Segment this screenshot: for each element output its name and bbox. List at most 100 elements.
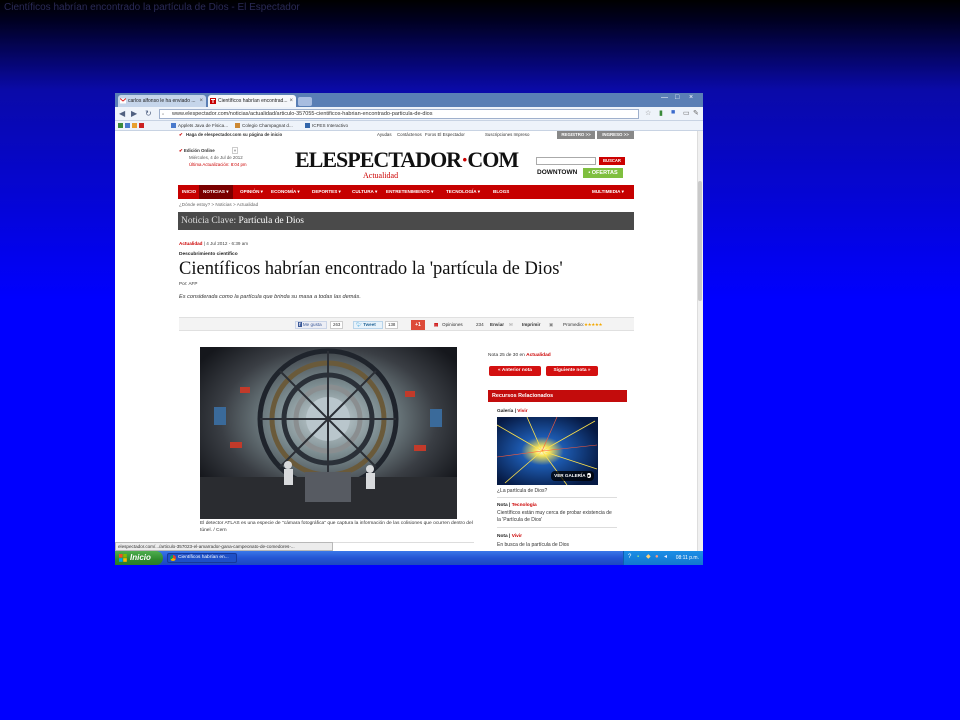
maximize-button[interactable]: □ — [675, 94, 679, 101]
link-suscripciones[interactable]: Suscripciones Impreso — [485, 131, 529, 139]
nota-count-section[interactable]: Actualidad — [526, 353, 551, 358]
tweet-count: 138 — [385, 321, 399, 329]
browser-toolbar: ◀ ▶ ↻ ▫ www.elespectador.com/noticias/ac… — [115, 107, 703, 121]
bookmark-colegio[interactable]: Colegio Champagnat d... — [235, 121, 293, 131]
divider — [497, 497, 617, 498]
breadcrumb[interactable]: ¿Dónde estoy? > Noticias > Actualidad — [179, 202, 258, 207]
tray-clock[interactable]: 08:11 p.m. — [676, 551, 699, 565]
edition-label[interactable]: Edición Online — [184, 148, 215, 153]
article-photo[interactable] — [200, 347, 457, 519]
menu-noticias[interactable]: NOTICIAS ▾ — [199, 185, 233, 199]
article-section[interactable]: Actualidad — [179, 241, 202, 246]
menu-inicio[interactable]: INICIO — [182, 185, 196, 199]
rating-stars[interactable]: ★★★★★ — [584, 318, 603, 332]
menu-opinion[interactable]: OPINIÓN ▾ — [240, 185, 263, 199]
prev-article-button[interactable]: « Anterior nota — [489, 366, 541, 376]
address-bar[interactable]: ▫ www.elespectador.com/noticias/actualid… — [159, 109, 639, 119]
page-menu-icon[interactable]: ▭ — [683, 109, 690, 117]
home-prompt-link[interactable]: Haga de elespectador.com su página de in… — [186, 131, 282, 139]
new-tab-button[interactable] — [298, 97, 312, 106]
edition-dropdown-icon[interactable]: ▾ — [231, 147, 239, 154]
tab-gmail[interactable]: carlos alfonso le ha enviado ... × — [118, 95, 206, 107]
tray-help-icon[interactable]: ? — [628, 554, 634, 561]
nota2-link[interactable]: En busca de la partícula de Dios — [497, 542, 617, 549]
bookmark-icfes[interactable]: ICFES Interactivo — [305, 121, 348, 131]
registro-button[interactable]: REGISTRO >> — [557, 131, 595, 139]
ver-galeria-button[interactable]: VER GALERÍA ▸ — [551, 471, 594, 481]
recursos-header: Recursos Relacionados — [488, 390, 627, 402]
facebook-like-button[interactable]: f Me gusta — [295, 321, 327, 329]
galeria-caption[interactable]: ¿La partícula de Dios? — [497, 488, 547, 495]
status-bar: elespectador.com/.../articulo-357023-el-… — [115, 542, 333, 551]
ofertas-button[interactable]: • OFERTAS — [583, 168, 623, 178]
windows-flag-icon — [119, 554, 127, 562]
forward-icon[interactable]: ▶ — [131, 109, 137, 118]
tab-bar: carlos alfonso le ha enviado ... × Cient… — [115, 93, 703, 107]
downtown-logo[interactable]: DOWNTOWN — [537, 169, 577, 176]
imprimir-link[interactable]: Imprimir — [522, 318, 540, 332]
page-icon: ▫ — [162, 112, 165, 118]
photo-caption: El detector ATLAS es una especie de "cám… — [200, 521, 473, 533]
tab-label: carlos alfonso le ha enviado ... — [128, 98, 196, 104]
divider — [497, 527, 617, 528]
extension-icon[interactable]: ■ — [671, 109, 675, 116]
article-headline: Científicos habrían encontrado la 'partí… — [179, 259, 563, 279]
menu-multimedia[interactable]: MULTIMEDIA ▾ — [592, 185, 624, 199]
link-ayudas[interactable]: Ayudas — [377, 131, 392, 139]
taskbar: Inicio Científicos habrían en... ? ▪ ◆ ●… — [115, 551, 703, 565]
opinions-icon: ▤ — [434, 322, 439, 327]
main-menu: INICIO NOTICIAS ▾ OPINIÓN ▾ ECONOMÍA ▾ D… — [178, 185, 634, 199]
article-byline: Por: AFP — [179, 281, 198, 286]
gallery-thumbnail[interactable]: VER GALERÍA ▸ — [497, 417, 598, 485]
wrench-icon[interactable]: ✎ — [693, 109, 699, 117]
tab-close-icon[interactable]: × — [199, 95, 203, 107]
ingreso-button[interactable]: INGRESO >> — [597, 131, 634, 139]
close-window-button[interactable]: × — [689, 94, 693, 101]
reload-icon[interactable]: ↻ — [145, 109, 152, 118]
tray-network-icon[interactable]: ▪ — [637, 554, 643, 561]
atlas-detector-image — [200, 347, 457, 519]
menu-tecnologia[interactable]: TECNOLOGÍA ▾ — [446, 185, 480, 199]
edition-date: Miércoles, 4 de Jul de 2012 — [189, 155, 243, 160]
scrollbar-thumb[interactable] — [698, 181, 702, 301]
page-viewport: ✔ Haga de elespectador.com su página de … — [115, 131, 703, 551]
site-logo[interactable]: ELESPECTADOR·COM — [295, 149, 519, 171]
browser-window: carlos alfonso le ha enviado ... × Cient… — [115, 93, 703, 565]
nota1-link[interactable]: Científicos están muy cerca de probar ex… — [497, 510, 617, 523]
site-search-input[interactable] — [536, 157, 596, 165]
gplus-button[interactable]: +1 — [411, 320, 425, 330]
menu-blogs[interactable]: BLOGS — [493, 185, 509, 199]
article-timestamp: | 4 Jul 2012 - 6:39 am — [203, 241, 249, 246]
menu-economia[interactable]: ECONOMÍA ▾ — [271, 185, 300, 199]
search-button[interactable]: BUSCAR — [599, 157, 625, 165]
home-prompt-check-icon: ✔ — [179, 132, 183, 137]
edition-check-icon: ✔ — [179, 148, 183, 153]
tray-app-icon[interactable]: ● — [655, 554, 661, 561]
menu-deportes[interactable]: DEPORTES ▾ — [312, 185, 341, 199]
chart-extension-icon[interactable]: ▮ — [659, 109, 663, 117]
key-note-bar: Noticia Clave: Partícula de Dios — [178, 212, 634, 230]
menu-entretenimiento[interactable]: ENTRETENIMIENTO ▾ — [386, 185, 433, 199]
opiniones-link[interactable]: Opiniones — [442, 318, 463, 332]
back-icon[interactable]: ◀ — [119, 109, 125, 118]
minimize-button[interactable]: — — [661, 94, 668, 101]
bookmark-applets[interactable]: Applets Java de Física... — [171, 121, 228, 131]
bookmark-icons[interactable] — [118, 121, 146, 131]
envelope-icon[interactable]: ✉ — [509, 318, 513, 332]
tab-close-icon[interactable]: × — [289, 95, 293, 107]
tray-volume-icon[interactable]: ◂ — [664, 554, 670, 561]
printer-icon[interactable]: ▣ — [549, 318, 553, 332]
enviar-link[interactable]: Enviar — [490, 318, 504, 332]
tweet-button[interactable]: 🐦︎ Tweet — [353, 321, 383, 329]
next-article-button[interactable]: Siguiente nota » — [546, 366, 598, 376]
star-icon[interactable]: ☆ — [645, 109, 651, 117]
key-note-title[interactable]: Partícula de Dios — [239, 216, 304, 226]
menu-cultura[interactable]: CULTURA ▾ — [352, 185, 377, 199]
vertical-scrollbar[interactable] — [697, 131, 703, 551]
start-button[interactable]: Inicio — [115, 551, 163, 565]
link-foros[interactable]: Foros El Espectador — [425, 131, 465, 139]
tab-article[interactable]: Científicos habrían encontrad... × — [208, 95, 296, 107]
link-contactenos[interactable]: Contáctenos — [397, 131, 422, 139]
tray-shield-icon[interactable]: ◆ — [646, 554, 652, 561]
taskbar-chrome-item[interactable]: Científicos habrían en... — [167, 553, 237, 563]
